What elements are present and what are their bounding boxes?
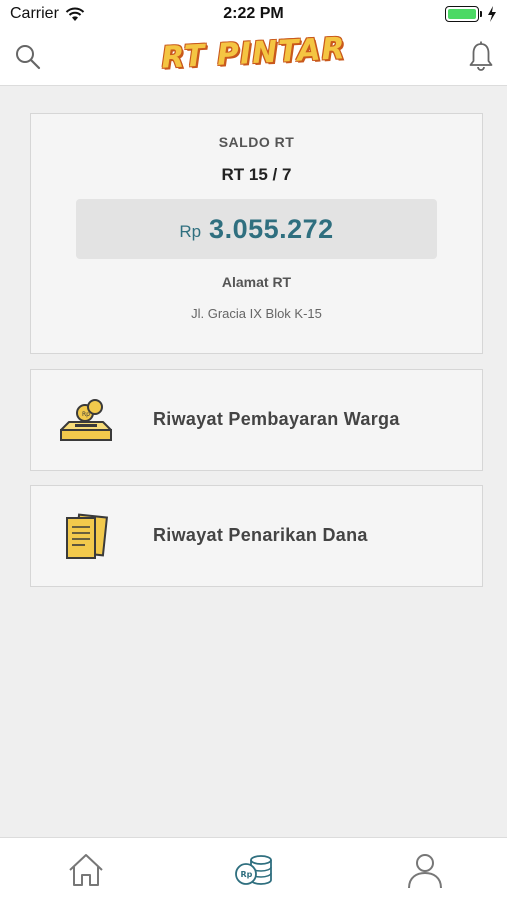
address-value: Jl. Gracia IX Blok K-15	[191, 306, 322, 321]
status-right	[445, 6, 497, 22]
svg-text:Rp: Rp	[82, 411, 90, 418]
user-icon[interactable]	[405, 850, 445, 890]
rt-number: RT 15 / 7	[221, 165, 292, 184]
svg-text:Rp: Rp	[241, 870, 253, 879]
withdrawal-history-button[interactable]: Riwayat Penarikan Dana	[30, 485, 483, 587]
balance-card: SALDO RT RT 15 / 7 Rp 3.055.272 Alamat R…	[30, 113, 483, 354]
charging-icon	[488, 6, 496, 22]
coin-box-icon: Rp	[60, 399, 112, 441]
app-logo: RT PINTAR	[160, 31, 347, 76]
status-left: Carrier	[10, 5, 85, 23]
payment-history-label: Riwayat Pembayaran Warga	[153, 409, 400, 429]
balance-label: SALDO RT	[218, 134, 295, 150]
home-icon[interactable]	[66, 850, 106, 890]
address-label: Alamat RT	[221, 274, 292, 290]
status-bar: Carrier 2:22 PM	[0, 0, 507, 28]
battery-icon	[445, 6, 482, 22]
wifi-icon	[65, 7, 85, 21]
document-icon	[66, 513, 109, 559]
balance-amount-box: Rp 3.055.272	[76, 199, 437, 259]
coins-icon[interactable]: Rp	[233, 850, 273, 890]
withdrawal-history-label: Riwayat Penarikan Dana	[153, 525, 368, 545]
carrier-label: Carrier	[10, 5, 59, 22]
balance-currency: Rp	[179, 222, 202, 241]
payment-history-button[interactable]: Rp Riwayat Pembayaran Warga	[30, 369, 483, 471]
tab-bar: Rp	[0, 837, 507, 900]
bell-icon[interactable]	[467, 41, 495, 71]
app-header: RT PINTAR	[0, 28, 507, 86]
balance-amount: 3.055.272	[209, 213, 334, 244]
